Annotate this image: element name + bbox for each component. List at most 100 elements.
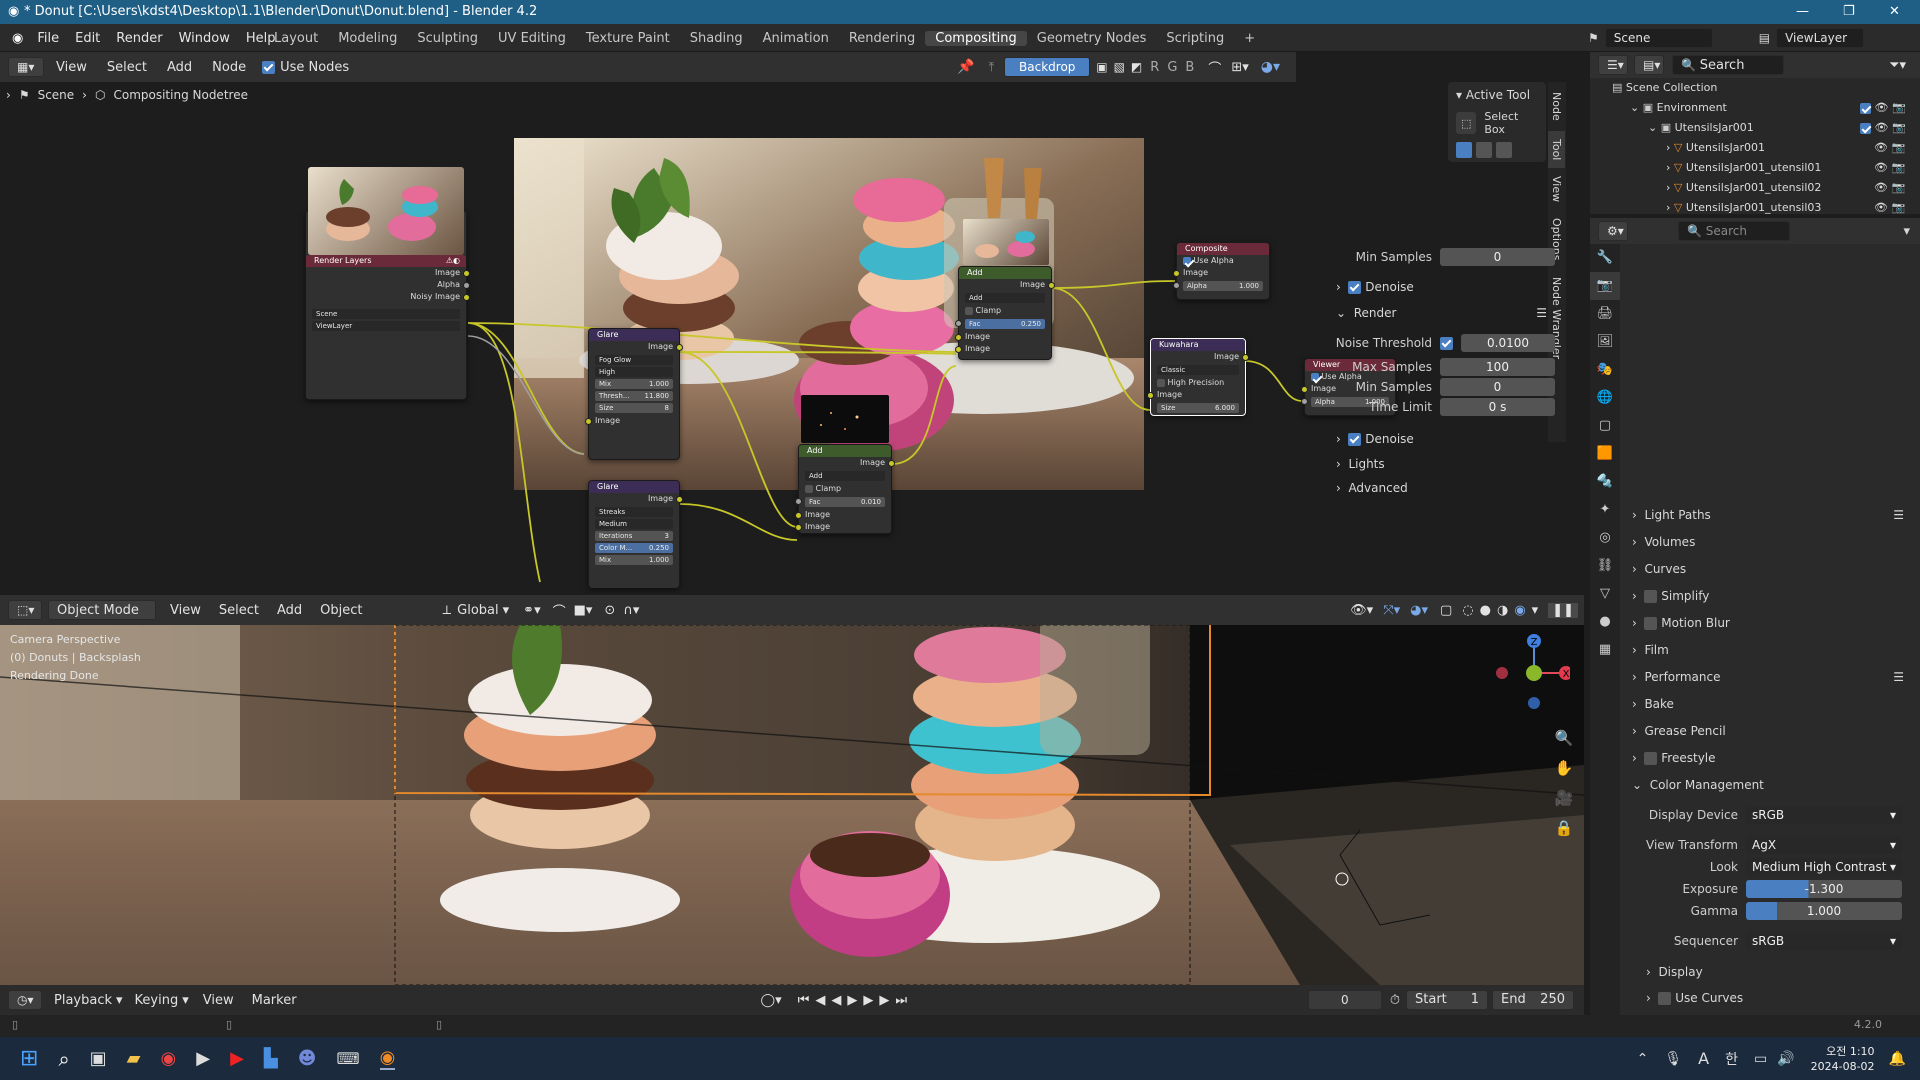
camera-icon[interactable]: 📷 <box>1892 121 1906 134</box>
world-tab-icon[interactable]: 🌐 <box>1590 384 1620 412</box>
snap-target-icon[interactable]: ■▾ <box>574 603 593 618</box>
particles-tab-icon[interactable]: ✦ <box>1590 496 1620 524</box>
overlays-icon[interactable]: ◕▾ <box>1261 59 1280 75</box>
socket-composite-in[interactable] <box>1173 270 1180 277</box>
socket-add1-in2[interactable] <box>955 346 962 353</box>
list-icon[interactable]: ☰ <box>1893 504 1904 526</box>
camera-icon[interactable]: 📷 <box>1891 161 1905 174</box>
add1-fac[interactable]: Fac 0.250 <box>955 319 1045 329</box>
scene-tab-icon[interactable]: 🎭 <box>1590 356 1620 384</box>
vp-menu-view[interactable]: View <box>170 603 201 618</box>
render-layers-header[interactable]: Render Layers ⚠◐ <box>306 255 466 267</box>
3d-viewport[interactable]: Camera Perspective (0) Donuts | Backspla… <box>0 625 1584 985</box>
eye-icon[interactable]: 👁 <box>1875 101 1889 114</box>
socket-kuwahara-in[interactable] <box>1147 392 1154 399</box>
eye-icon[interactable]: 👁 <box>1874 201 1888 214</box>
properties-search[interactable]: 🔍 Search <box>1678 221 1790 241</box>
tab-shading[interactable]: Shading <box>680 31 753 46</box>
section-lights[interactable]: › Lights <box>1330 453 1555 475</box>
snap-icon[interactable]: ⌒ <box>1208 58 1221 77</box>
xray-icon[interactable]: ▢ <box>1440 603 1452 618</box>
proportional-icon[interactable]: ⊙ <box>604 603 615 618</box>
search-icon[interactable]: ⌕ <box>58 1047 69 1071</box>
breadcrumb-nodetree[interactable]: Compositing Nodetree <box>113 88 248 102</box>
snap-icon[interactable]: ⌒ <box>553 601 566 620</box>
discord-icon[interactable]: ☻ <box>298 1048 317 1069</box>
outliner-row[interactable]: ▤ Scene Collection <box>1612 80 1717 96</box>
glare1-threshold[interactable]: Thresh... 11.800 <box>595 391 673 401</box>
constraints-tab-icon[interactable]: ⛓ <box>1590 552 1620 580</box>
expand-chevron-icon[interactable]: › <box>1666 141 1674 154</box>
socket-viewer-in[interactable] <box>1301 386 1308 393</box>
visibility-toggles[interactable]: 👁 📷 <box>1860 180 1905 196</box>
glare1-mix[interactable]: Mix 1.000 <box>595 379 673 389</box>
tab-node[interactable]: Node <box>1548 82 1565 131</box>
app-icon[interactable]: ▙ <box>264 1048 278 1069</box>
object-mode-dropdown[interactable]: Object Mode ▾ <box>48 600 156 636</box>
auto-keying-icon[interactable]: ◯▾ <box>761 993 782 1008</box>
section-freestyle[interactable]: › Freestyle <box>1626 747 1912 769</box>
section-volumes[interactable]: › Volumes <box>1626 531 1912 553</box>
zoom-icon[interactable]: 🔍 <box>1552 723 1576 753</box>
tab-geometry-nodes[interactable]: Geometry Nodes <box>1027 31 1157 46</box>
socket-add2-in2[interactable] <box>795 524 802 531</box>
node-add-lower[interactable]: Add Image Add Clamp Fac 0.010 Image Image <box>795 395 895 534</box>
clock[interactable]: 오전 1:10 2024-08-02 <box>1811 1044 1875 1074</box>
denoise2-checkbox[interactable] <box>1348 433 1362 446</box>
expand-chevron-icon[interactable]: › <box>1666 201 1674 214</box>
use-nodes-checkbox[interactable] <box>262 60 276 74</box>
falloff-icon[interactable]: ∩▾ <box>623 603 639 618</box>
shading-wire-icon[interactable]: ◌ <box>1462 603 1473 618</box>
channel-g[interactable]: G <box>1167 60 1177 75</box>
tab-animation[interactable]: Animation <box>753 31 839 46</box>
list-icon[interactable]: ☰ <box>1536 302 1547 324</box>
socket-add2-fac[interactable] <box>795 498 802 505</box>
node-composite[interactable]: Composite Use Alpha Image Alpha 1.000 <box>1173 242 1270 300</box>
socket-noisy-out[interactable] <box>463 294 470 301</box>
notification-bell-icon[interactable]: 🔔 <box>1889 1051 1906 1067</box>
socket-add1-fac[interactable] <box>955 320 962 327</box>
vp-menu-select[interactable]: Select <box>219 603 259 618</box>
node-glare-fog[interactable]: Glare Image Fog Glow High Mix 1.000 Thres… <box>585 328 683 460</box>
min-samples-field[interactable]: 0 <box>1440 378 1555 396</box>
backdrop-alpha-only-icon[interactable]: ◩ <box>1131 60 1142 74</box>
snap-grid-icon[interactable]: ⊞▾ <box>1231 60 1248 75</box>
glare1-header[interactable]: Glare <box>589 329 679 341</box>
outliner-row[interactable]: › ▽ UtensilsJar001 <box>1666 140 1765 156</box>
menu-file[interactable]: File <box>29 31 67 46</box>
node-menu-node[interactable]: Node <box>212 60 246 75</box>
add2-operation[interactable]: Add <box>805 471 885 481</box>
outliner-display-mode[interactable]: ▤▾ <box>1634 55 1664 75</box>
pin-icon[interactable]: 📌 <box>957 59 974 75</box>
section-performance[interactable]: › Performance ☰ <box>1626 666 1912 688</box>
glare2-quality[interactable]: Medium <box>595 519 673 529</box>
channel-r[interactable]: R <box>1150 60 1159 75</box>
section-simplify[interactable]: › Simplify <box>1626 585 1912 607</box>
add-workspace-icon[interactable]: + <box>1234 31 1265 46</box>
task-view-icon[interactable]: ▣ <box>90 1048 107 1069</box>
view-transform-dropdown[interactable]: AgX ▾ <box>1746 836 1902 854</box>
windows-start-icon[interactable]: ⊞ <box>20 1046 38 1071</box>
scene-selector[interactable]: Scene <box>1604 28 1713 48</box>
section-motion-blur[interactable]: › Motion Blur <box>1626 612 1912 634</box>
tab-uv-editing[interactable]: UV Editing <box>488 31 576 46</box>
lock-icon[interactable]: 🔒 <box>1552 813 1576 843</box>
timeline-playback-menu[interactable]: Playback <box>54 993 112 1008</box>
node-menu-select[interactable]: Select <box>107 60 147 75</box>
blender-menu-icon[interactable]: ◉ <box>6 31 29 46</box>
overlay-icon[interactable]: ◕▾ <box>1410 603 1428 618</box>
add2-header[interactable]: Add <box>799 445 891 457</box>
section-light-paths[interactable]: › Light Paths ☰ <box>1626 504 1912 526</box>
glare2-header[interactable]: Glare <box>589 481 679 493</box>
scene-field[interactable]: Scene <box>312 309 460 319</box>
menu-window[interactable]: Window <box>171 31 238 46</box>
visibility-toggles[interactable]: 👁 📷 <box>1860 100 1906 116</box>
outliner-row[interactable]: › ▽ UtensilsJar001_utensil02 <box>1666 180 1821 196</box>
collection-tab-icon[interactable]: ▢ <box>1590 412 1620 440</box>
gamma-slider[interactable]: 1.000 <box>1746 902 1902 920</box>
glare2-color-mod[interactable]: Color M... 0.250 <box>595 543 673 553</box>
section-checkbox[interactable] <box>1644 590 1658 603</box>
socket-add1-out[interactable] <box>1048 282 1055 289</box>
add1-clamp[interactable]: Clamp <box>959 305 1051 317</box>
outliner-row[interactable]: ⌄ ▣ Environment <box>1630 100 1727 116</box>
